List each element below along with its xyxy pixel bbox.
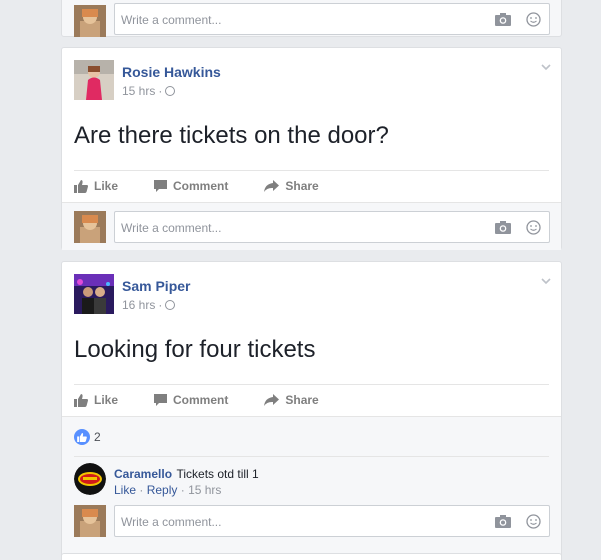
post-text: Are there tickets on the door?	[74, 122, 389, 149]
comment-input-top[interactable]: Write a comment...	[114, 3, 550, 35]
comment-input[interactable]: Write a comment...	[114, 211, 550, 243]
post-actions: Like Comment Share	[74, 172, 355, 200]
globe-icon[interactable]	[165, 300, 176, 310]
like-label: Like	[94, 179, 119, 193]
author-avatar[interactable]	[74, 274, 114, 314]
comment-button[interactable]: Comment	[154, 393, 228, 407]
comment-body: Caramello Tickets otd till 1	[114, 465, 259, 483]
comment-placeholder: Write a comment...	[121, 13, 222, 27]
divider	[74, 384, 549, 385]
current-user-avatar[interactable]	[74, 5, 106, 37]
post-author[interactable]: Sam Piper	[122, 278, 190, 294]
divider	[74, 170, 549, 171]
like-label: Like	[94, 393, 119, 407]
like-reaction-icon	[74, 429, 90, 445]
like-button[interactable]: Like	[74, 179, 118, 193]
comment-actions: Like · Reply · 15 hrs	[114, 483, 222, 497]
chevron-down-icon[interactable]	[541, 62, 551, 72]
comment-label: Comment	[173, 179, 229, 193]
post-time[interactable]: 15 hrs	[122, 84, 155, 98]
camera-icon[interactable]	[495, 515, 511, 533]
commenter-name[interactable]: Caramello	[114, 467, 172, 481]
like-button[interactable]: Like	[74, 393, 118, 407]
current-user-avatar[interactable]	[74, 505, 106, 537]
author-avatar[interactable]	[74, 60, 114, 100]
reaction-summary[interactable]: 2	[74, 429, 101, 445]
post-meta: 16 hrs ·	[122, 298, 176, 312]
comment-input[interactable]: Write a comment...	[114, 505, 550, 537]
comment-icon	[154, 180, 168, 192]
post-meta: 15 hrs ·	[122, 84, 176, 98]
share-label: Share	[285, 393, 319, 407]
share-label: Share	[285, 179, 319, 193]
post-actions: Like Comment Share	[74, 386, 355, 414]
comment-text: Tickets otd till 1	[176, 467, 259, 481]
comment-placeholder: Write a comment...	[121, 221, 222, 235]
smiley-icon[interactable]	[526, 514, 541, 534]
chevron-down-icon[interactable]	[541, 276, 551, 286]
smiley-icon[interactable]	[526, 12, 541, 32]
share-button[interactable]: Share	[264, 179, 319, 193]
comment-item: Caramello Tickets otd till 1 Like · Repl…	[74, 463, 544, 503]
like-icon	[74, 179, 88, 193]
reaction-count: 2	[94, 430, 101, 444]
globe-icon[interactable]	[165, 86, 176, 96]
next-post-card	[61, 553, 562, 560]
previous-post-comment-area: Write a comment...	[61, 0, 562, 37]
camera-icon[interactable]	[495, 13, 511, 31]
post-card: Sam Piper 16 hrs · Looking for four tick…	[61, 261, 562, 560]
share-icon	[264, 180, 280, 192]
share-button[interactable]: Share	[264, 393, 319, 407]
post-text: Looking for four tickets	[74, 336, 316, 363]
comment-time[interactable]: 15 hrs	[188, 483, 221, 497]
comment-icon	[154, 394, 168, 406]
camera-icon[interactable]	[495, 221, 511, 239]
comment-like-link[interactable]: Like	[114, 483, 136, 497]
post-card: Rosie Hawkins 15 hrs · Are there tickets…	[61, 47, 562, 250]
post-author[interactable]: Rosie Hawkins	[122, 64, 221, 80]
smiley-icon[interactable]	[526, 220, 541, 240]
comment-reply-link[interactable]: Reply	[147, 483, 178, 497]
comment-area: Write a comment...	[62, 202, 561, 250]
commenter-avatar[interactable]	[74, 463, 106, 495]
divider	[74, 456, 549, 457]
comment-area: 2 Caramello Tickets otd till 1 Like · Re…	[62, 416, 561, 560]
current-user-avatar[interactable]	[74, 211, 106, 243]
like-icon	[74, 393, 88, 407]
comment-button[interactable]: Comment	[154, 179, 228, 193]
post-time[interactable]: 16 hrs	[122, 298, 155, 312]
comment-placeholder: Write a comment...	[121, 515, 222, 529]
share-icon	[264, 394, 280, 406]
comment-label: Comment	[173, 393, 229, 407]
